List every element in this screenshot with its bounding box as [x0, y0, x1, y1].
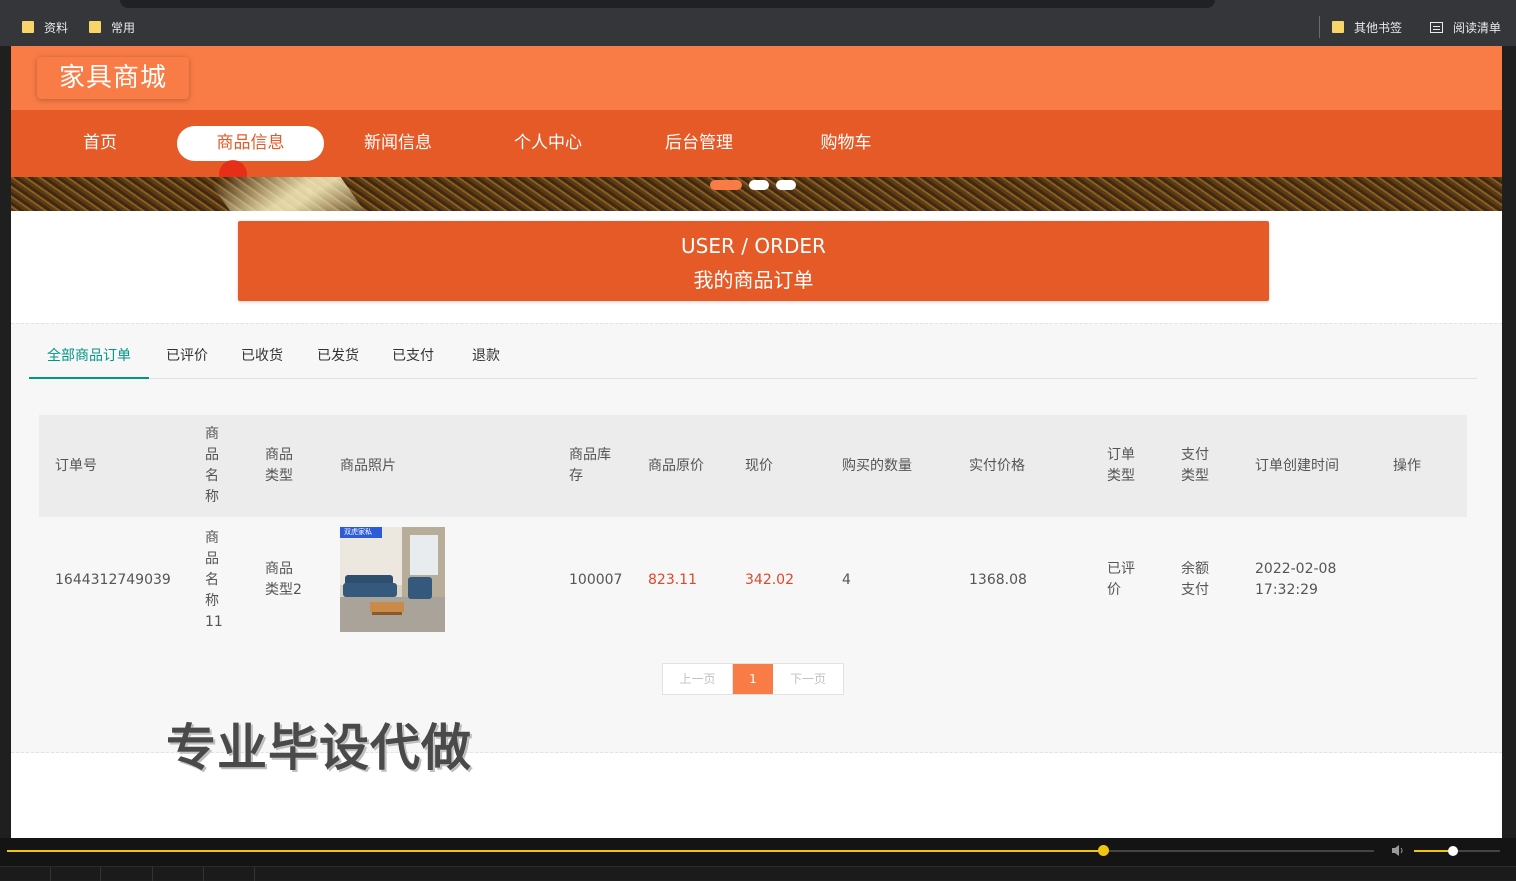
td-name: 商品名称11 [205, 529, 223, 630]
tab-shipped[interactable]: 已发货 [308, 342, 368, 379]
folder-icon [22, 21, 34, 33]
carousel-dot-active[interactable] [710, 180, 742, 190]
progress-bar-remaining[interactable] [1104, 850, 1374, 852]
progress-bar-played[interactable] [7, 850, 1104, 852]
reading-list-icon [1430, 21, 1443, 33]
th-order-type: 订单类型 [1107, 447, 1135, 484]
th-qty: 购买的数量 [842, 457, 912, 474]
th-action: 操作 [1393, 457, 1421, 474]
bookmark-folder-changyong[interactable]: 常用 [89, 18, 135, 36]
bookmark-label: 常用 [111, 20, 136, 35]
order-content: 全部商品订单 已评价 已收货 已发货 已支付 退款 订单号 商品名称 商品类型 … [11, 323, 1502, 753]
nav-home[interactable]: 首页 [63, 126, 137, 161]
th-name: 商品名称 [205, 426, 219, 505]
bookmark-label: 资料 [44, 20, 69, 35]
nav-admin[interactable]: 后台管理 [652, 126, 746, 161]
product-photo[interactable]: 双虎家私 [340, 527, 445, 632]
banner-carousel [11, 177, 1502, 211]
th-created: 订单创建时间 [1255, 457, 1339, 474]
bookmark-label: 阅读清单 [1453, 20, 1502, 35]
address-bar[interactable] [120, 0, 1215, 8]
prev-page-button[interactable]: 上一页 [663, 664, 733, 694]
td-order-type: 已评价 [1107, 561, 1135, 598]
video-player-controls [0, 838, 1516, 881]
taskbar-strip [0, 866, 1516, 881]
bookmark-label: 其他书签 [1354, 20, 1403, 35]
bookmark-folder-ziliao[interactable]: 资料 [22, 18, 68, 36]
td-qty: 4 [842, 571, 851, 588]
page-1-button[interactable]: 1 [733, 664, 773, 694]
bookmark-other[interactable]: 其他书签 [1332, 18, 1402, 36]
tab-received[interactable]: 已收货 [232, 342, 292, 379]
divider [254, 867, 255, 881]
th-pay-type: 支付类型 [1181, 447, 1209, 484]
photo-badge: 双虎家私 [344, 528, 372, 536]
td-orig-price: 823.11 [648, 571, 697, 588]
td-action[interactable] [1393, 517, 1443, 643]
tab-paid[interactable]: 已支付 [383, 342, 443, 379]
next-page-button[interactable]: 下一页 [773, 664, 843, 694]
td-stock: 100007 [569, 571, 623, 588]
th-orig-price: 商品原价 [648, 457, 704, 474]
th-order-no: 订单号 [55, 457, 97, 474]
order-tabs: 全部商品订单 已评价 已收货 已发货 已支付 退款 [29, 342, 1477, 379]
tab-refund[interactable]: 退款 [461, 342, 511, 379]
section-title-en: USER / ORDER [681, 234, 826, 258]
browser-bookmark-bar: 资料 常用 其他书签 阅读清单 [0, 0, 1516, 46]
carousel-dot[interactable] [749, 180, 769, 190]
section-title-cn: 我的商品订单 [693, 268, 814, 292]
carousel-dot[interactable] [776, 180, 796, 190]
sofa-photo-image [340, 527, 445, 632]
folder-icon [89, 21, 101, 33]
th-photo: 商品照片 [340, 457, 396, 474]
divider [152, 867, 153, 881]
td-paid: 1368.08 [969, 571, 1027, 588]
divider [50, 867, 51, 881]
site-logo[interactable]: 家具商城 [37, 57, 189, 99]
th-price: 现价 [745, 457, 773, 474]
nav-cart[interactable]: 购物车 [799, 126, 893, 161]
volume-icon[interactable] [1392, 845, 1406, 856]
divider [100, 867, 101, 881]
nav-products[interactable]: 商品信息 [177, 126, 324, 161]
td-created: 2022-02-08 17:32:29 [1255, 561, 1337, 598]
main-nav: 首页 商品信息 新闻信息 个人中心 后台管理 购物车 [11, 110, 1502, 188]
tab-reviewed[interactable]: 已评价 [157, 342, 217, 379]
td-pay-type: 余额支付 [1181, 561, 1209, 598]
td-order-no: 1644312749039 [55, 571, 171, 588]
divider [203, 867, 204, 881]
pagination: 上一页 1 下一页 [662, 663, 844, 695]
tab-all-orders[interactable]: 全部商品订单 [29, 342, 149, 379]
nav-news[interactable]: 新闻信息 [351, 126, 445, 161]
th-type: 商品类型 [265, 447, 293, 484]
th-paid: 实付价格 [969, 457, 1025, 474]
volume-handle[interactable] [1448, 846, 1458, 856]
td-price: 342.02 [745, 571, 794, 588]
th-stock: 商品库存 [569, 447, 611, 484]
folder-icon [1332, 21, 1344, 33]
watermark-text: 专业毕设代做 [166, 719, 472, 777]
banner-image [211, 177, 371, 211]
progress-handle[interactable] [1098, 845, 1109, 856]
site-header: 家具商城 [11, 46, 1502, 110]
reading-list[interactable]: 阅读清单 [1430, 18, 1501, 36]
section-title-box: USER / ORDER 我的商品订单 [238, 221, 1269, 301]
td-type: 商品类型2 [265, 561, 302, 598]
bookmark-divider [1319, 16, 1320, 38]
nav-user-center[interactable]: 个人中心 [501, 126, 595, 161]
